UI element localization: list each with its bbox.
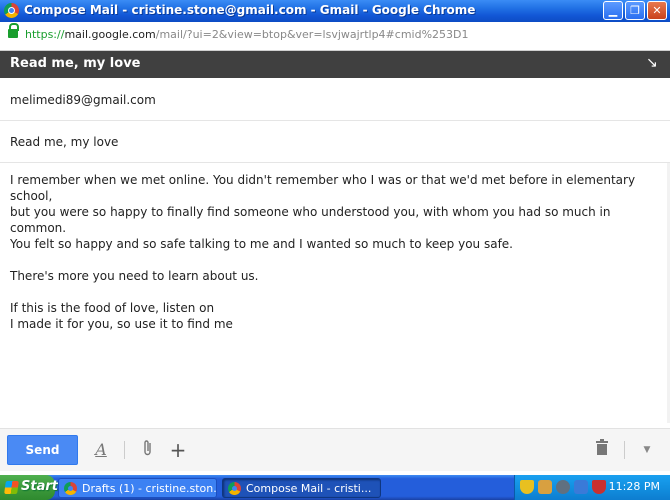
shield-icon[interactable]	[520, 480, 534, 494]
window-controls: ▁ ❐ ✕	[603, 1, 667, 20]
compose-header: Read me, my love ↘	[0, 51, 670, 78]
taskbar: Start Drafts (1) - cristine.ston... Comp…	[0, 475, 670, 500]
security-icon[interactable]	[592, 480, 606, 494]
send-button[interactable]: Send	[7, 435, 78, 465]
chrome-icon	[64, 482, 77, 495]
chrome-icon	[4, 3, 19, 18]
expand-icon[interactable]: ↘	[646, 56, 660, 70]
taskbar-item-drafts[interactable]: Drafts (1) - cristine.ston...	[58, 478, 217, 498]
window-titlebar[interactable]: Compose Mail - cristine.stone@gmail.com …	[0, 0, 670, 22]
toolbar-divider	[124, 441, 125, 459]
url-text[interactable]: https://mail.google.com/mail/?ui=2&view=…	[25, 28, 469, 41]
tray-app-icon[interactable]	[538, 480, 552, 494]
lock-icon	[8, 23, 19, 38]
taskbar-item-compose[interactable]: Compose Mail - cristi...	[222, 478, 381, 498]
window-title: Compose Mail - cristine.stone@gmail.com …	[24, 3, 476, 17]
trash-icon[interactable]	[592, 439, 612, 461]
restore-button[interactable]: ❐	[625, 1, 645, 20]
compose-title: Read me, my love	[10, 56, 141, 71]
to-recipient: melimedi89@gmail.com	[10, 93, 156, 107]
compose-toolbar: Send A + ▼	[0, 428, 670, 471]
system-tray: 11:28 PM	[514, 475, 670, 500]
subject-text: Read me, my love	[10, 135, 119, 149]
chevron-down-icon[interactable]: ▼	[637, 439, 657, 461]
clock: 11:28 PM	[608, 480, 660, 493]
body-paragraph: There's more you need to learn about us.	[10, 269, 259, 283]
body-paragraph: I remember when we met online. You didn'…	[10, 173, 636, 251]
minimize-button[interactable]: ▁	[603, 1, 623, 20]
body-paragraph: If this is the food of love, listen on I…	[10, 301, 233, 331]
message-body[interactable]: I remember when we met online. You didn'…	[10, 172, 660, 348]
subject-field[interactable]: Read me, my love	[0, 121, 670, 163]
to-field[interactable]: melimedi89@gmail.com	[0, 79, 670, 121]
paperclip-icon[interactable]	[138, 439, 158, 461]
formatting-icon[interactable]: A	[91, 439, 111, 461]
network-icon[interactable]	[574, 480, 588, 494]
plus-icon[interactable]: +	[168, 439, 188, 461]
close-button[interactable]: ✕	[647, 1, 667, 20]
address-bar[interactable]: https://mail.google.com/mail/?ui=2&view=…	[0, 22, 670, 51]
toolbar-divider	[624, 441, 625, 459]
tray-app-icon[interactable]	[556, 480, 570, 494]
chrome-icon	[228, 482, 241, 495]
windows-flag-icon	[4, 481, 19, 494]
start-button[interactable]: Start	[0, 475, 58, 500]
